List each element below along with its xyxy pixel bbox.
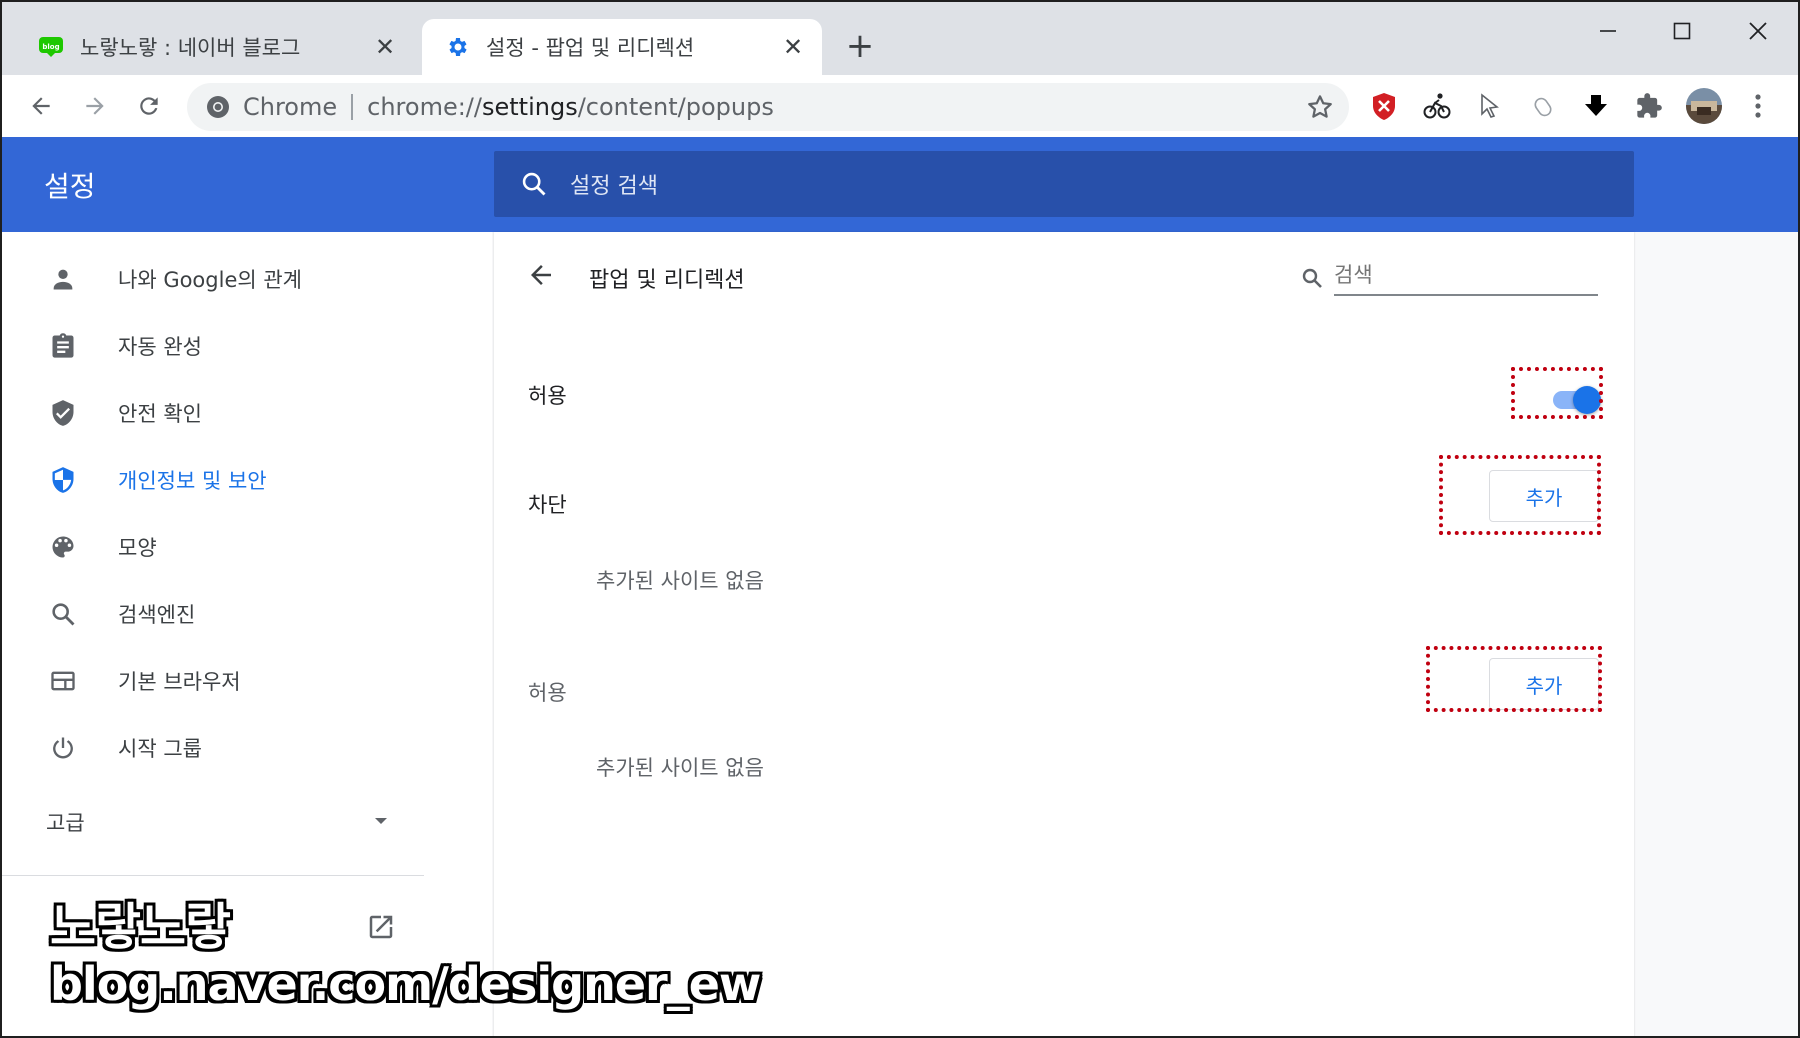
tab-title: 노랗노랗 : 네이버 블로그 [80,36,301,60]
chrome-icon [205,94,231,120]
browser-window: blog 노랗노랗 : 네이버 블로그 ✕ 설정 - 팝업 및 리디렉션 ✕ + [0,0,1800,1038]
power-icon [46,731,80,765]
page-search-input[interactable] [1334,258,1598,296]
settings-body: 나와 Google의 관계 자동 완성 안전 확인 개인정보 및 보안 모양 검… [2,232,1798,1036]
advanced-label: 고급 [46,811,85,835]
close-icon[interactable]: ✕ [778,32,808,62]
person-icon [46,262,80,296]
shield-half-icon [46,463,80,497]
avatar[interactable] [1685,87,1723,125]
sidebar-item-autofill[interactable]: 자동 완성 [2,313,492,379]
clipboard-icon [46,329,80,363]
sidebar-divider [2,875,424,876]
menu-dots-icon[interactable] [1741,89,1775,123]
sidebar-item-label: 모양 [118,536,157,560]
content-card: 팝업 및 리디렉션 허용 차단 추가 추가된 사이트 없음 허용 추가 추가된 … [494,232,1634,1036]
page-search [1300,250,1606,298]
sidebar-advanced[interactable]: 고급 [46,802,390,842]
cursor-extension-icon[interactable] [1473,89,1507,123]
tab-strip: blog 노랗노랗 : 네이버 블로그 ✕ 설정 - 팝업 및 리디렉션 ✕ + [2,2,1798,75]
highlight-box [1426,646,1602,712]
watermark-name: 노랗노랗 [50,898,231,956]
gear-icon [444,34,470,60]
site-chip: Chrome [243,93,338,121]
palette-icon [46,530,80,564]
url-text: chrome://settings/content/popups [367,93,774,121]
forward-icon[interactable] [74,85,116,127]
sidebar-item-label: 기본 브라우저 [118,670,241,694]
sidebar-item-privacy[interactable]: 개인정보 및 보안 [2,447,492,513]
window-close-icon[interactable] [1728,10,1788,52]
minimize-icon[interactable] [1578,10,1638,52]
maximize-icon[interactable] [1652,10,1712,52]
shield-check-icon [46,396,80,430]
tab-settings[interactable]: 설정 - 팝업 및 리디렉션 ✕ [422,19,822,75]
shield-extension-icon[interactable] [1367,89,1401,123]
star-icon[interactable] [1305,92,1335,122]
mouse-extension-icon[interactable] [1526,89,1560,123]
sidebar-item-google[interactable]: 나와 Google의 관계 [2,246,492,312]
sidebar-item-search-engine[interactable]: 검색엔진 [2,581,492,647]
sidebar-item-label: 나와 Google의 관계 [118,268,303,292]
back-icon[interactable] [20,85,62,127]
watermark-url: blog.naver.com/designer_ew [50,957,761,1011]
address-bar[interactable]: Chrome chrome://settings/content/popups [187,83,1349,131]
toolbar: Chrome chrome://settings/content/popups [2,75,1798,137]
search-icon [1300,266,1324,290]
download-extension-icon[interactable] [1579,89,1613,123]
back-arrow-icon[interactable] [526,260,560,294]
sidebar-item-label: 자동 완성 [118,335,202,359]
sidebar-item-label: 안전 확인 [118,402,202,426]
browser-icon [46,664,80,698]
block-section-label: 차단 [528,493,567,517]
chip-separator [351,94,354,120]
caret-down-icon [375,818,387,824]
allow-section-label: 허용 [528,681,567,705]
sidebar-item-label: 개인정보 및 보안 [118,469,267,493]
settings-search[interactable]: 설정 검색 [494,151,1634,217]
settings-header: 설정 설정 검색 [2,137,1798,232]
sidebar-item-appearance[interactable]: 모양 [2,514,492,580]
sidebar-item-startup[interactable]: 시작 그룹 [2,715,492,781]
open-in-new-icon[interactable] [366,912,398,944]
block-empty-text: 추가된 사이트 없음 [596,569,764,593]
page-title: 팝업 및 리디렉션 [589,268,745,293]
highlight-box [1511,367,1603,419]
sidebar-item-safety-check[interactable]: 안전 확인 [2,380,492,446]
allow-toggle-label: 허용 [528,384,567,408]
close-icon[interactable]: ✕ [370,32,400,62]
search-icon [46,597,80,631]
settings-search-placeholder: 설정 검색 [570,174,658,199]
tab-blog[interactable]: blog 노랗노랗 : 네이버 블로그 ✕ [16,19,414,75]
cyclist-extension-icon[interactable] [1420,89,1454,123]
highlight-box [1439,455,1601,535]
tab-title: 설정 - 팝업 및 리디렉션 [486,36,695,60]
settings-title: 설정 [44,170,96,203]
allow-empty-text: 추가된 사이트 없음 [596,756,764,780]
sidebar-item-default-browser[interactable]: 기본 브라우저 [2,648,492,714]
svg-text:blog: blog [42,43,59,51]
new-tab-icon[interactable]: + [840,26,880,66]
blog-icon: blog [38,34,64,60]
puzzle-icon[interactable] [1632,89,1666,123]
reload-icon[interactable] [128,85,170,127]
sidebar-item-label: 시작 그룹 [118,737,202,761]
sidebar-item-label: 검색엔진 [118,603,196,627]
search-icon [522,172,546,196]
